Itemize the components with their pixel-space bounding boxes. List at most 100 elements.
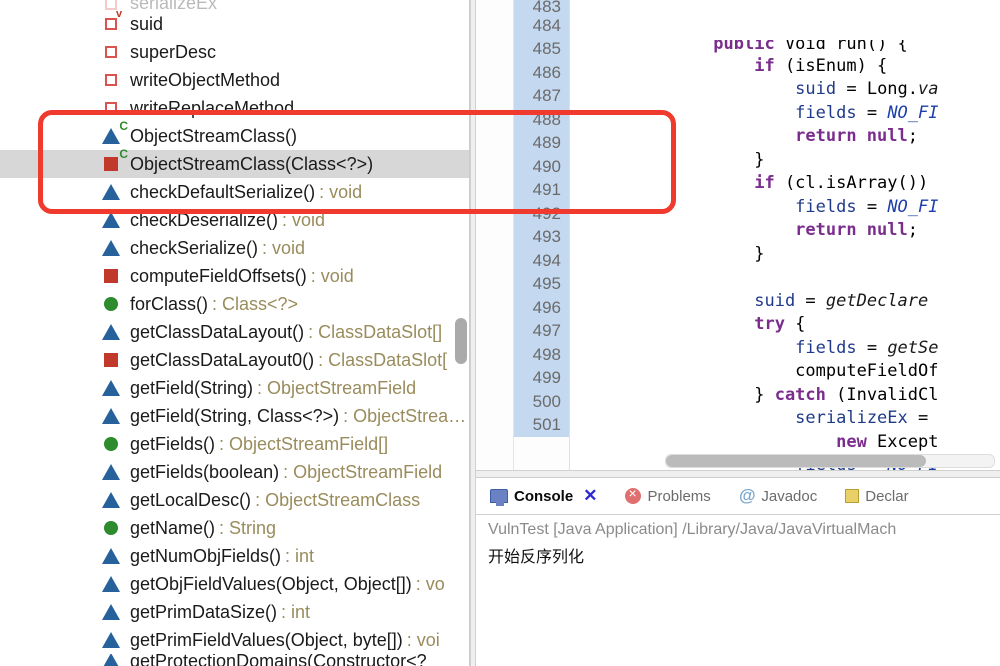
line-number[interactable]: 483	[514, 0, 569, 14]
line-number[interactable]: 497	[514, 320, 569, 344]
code-line[interactable]: } catch (InvalidCl	[570, 383, 1000, 407]
editor-horizontal-scrollbar[interactable]	[665, 454, 995, 468]
outline-item[interactable]: getName() : String	[0, 514, 469, 542]
outline-item[interactable]: superDesc	[0, 38, 469, 66]
outline-item[interactable]: getFields(boolean) : ObjectStreamField	[0, 458, 469, 486]
outline-item[interactable]: forClass() : Class<?>	[0, 290, 469, 318]
outline-return-type: : ObjectStrea…	[343, 406, 466, 427]
line-number[interactable]: 485	[514, 38, 569, 62]
tab-pin-icon[interactable]: ✕	[583, 486, 597, 506]
line-number[interactable]: 498	[514, 343, 569, 367]
code-line[interactable]: new Except	[570, 430, 1000, 454]
tab-console[interactable]: Console✕	[484, 482, 603, 510]
line-number[interactable]: 493	[514, 226, 569, 250]
outline-item[interactable]: getField(String) : ObjectStreamField	[0, 374, 469, 402]
outline-return-type: : vo	[416, 574, 445, 595]
scrollbar-thumb[interactable]	[666, 455, 926, 467]
code-token: va	[918, 79, 938, 99]
line-number[interactable]: 491	[514, 179, 569, 203]
outline-item[interactable]: getPrimDataSize() : int	[0, 598, 469, 626]
code-token	[570, 103, 795, 123]
outline-item[interactable]: suid	[0, 10, 469, 38]
outline-item[interactable]: getClassDataLayout() : ClassDataSlot[]	[0, 318, 469, 346]
code-line[interactable]	[570, 266, 1000, 290]
line-number[interactable]: 488	[514, 108, 569, 132]
outline-item[interactable]: getLocalDesc() : ObjectStreamClass	[0, 486, 469, 514]
code-line[interactable]: }	[570, 242, 1000, 266]
outline-return-type: : ObjectStreamField	[283, 462, 442, 483]
code-line[interactable]: return null;	[570, 125, 1000, 149]
code-token: getSe	[887, 338, 938, 358]
outline-item[interactable]: checkSerialize() : void	[0, 234, 469, 262]
outline-return-type: : void	[282, 210, 325, 231]
method-default-icon	[100, 489, 122, 511]
outline-item[interactable]: getPrimFieldValues(Object, byte[]) : voi	[0, 626, 469, 654]
outline-item[interactable]: checkDeserialize() : void	[0, 206, 469, 234]
line-number[interactable]: 496	[514, 296, 569, 320]
outline-item-label: getLocalDesc()	[130, 490, 251, 511]
outline-item[interactable]: writeReplaceMethod	[0, 94, 469, 122]
line-number[interactable]: 501	[514, 414, 569, 438]
outline-item[interactable]: serializeEx	[0, 0, 469, 10]
line-number[interactable]: 487	[514, 85, 569, 109]
line-number[interactable]: 499	[514, 367, 569, 391]
console-view[interactable]: VulnTest [Java Application] /Library/Jav…	[476, 515, 1000, 573]
outline-return-type: : void	[262, 238, 305, 259]
method-default-icon	[100, 545, 122, 567]
outline-item[interactable]: ObjectStreamClass(Class<?>)	[0, 150, 469, 178]
outline-item-label: computeFieldOffsets()	[130, 266, 307, 287]
outline-item-label: ObjectStreamClass()	[130, 126, 297, 147]
line-number[interactable]: 484	[514, 14, 569, 38]
outline-item-label: getFields()	[130, 434, 215, 455]
outline-item[interactable]: ObjectStreamClass()	[0, 122, 469, 150]
code-token: suid	[795, 79, 836, 99]
outline-item[interactable]: checkDefaultSerialize() : void	[0, 178, 469, 206]
line-number[interactable]: 495	[514, 273, 569, 297]
outline-view[interactable]: serializeExsuidsuperDescwriteObjectMetho…	[0, 0, 470, 666]
line-number[interactable]: 492	[514, 202, 569, 226]
line-number[interactable]: 500	[514, 390, 569, 414]
code-line[interactable]: if (isEnum) {	[570, 54, 1000, 78]
outline-item[interactable]: writeObjectMethod	[0, 66, 469, 94]
method-default-icon	[100, 181, 122, 203]
method-default-icon	[100, 405, 122, 427]
outline-item[interactable]: getFields() : ObjectStreamField[]	[0, 430, 469, 458]
split-divider-horizontal[interactable]	[476, 470, 1000, 478]
code-line[interactable]: if (cl.isArray())	[570, 172, 1000, 196]
outline-item[interactable]: computeFieldOffsets() : void	[0, 262, 469, 290]
line-number[interactable]: 486	[514, 61, 569, 85]
outline-item[interactable]: getClassDataLayout0() : ClassDataSlot[	[0, 346, 469, 374]
code-line[interactable]: fields = NO_FI	[570, 195, 1000, 219]
code-line[interactable]: suid = Long.va	[570, 78, 1000, 102]
line-number[interactable]: 489	[514, 132, 569, 156]
method-public-icon	[100, 293, 122, 315]
tab-javadoc[interactable]: @Javadoc	[733, 482, 823, 510]
outline-item-label: getObjFieldValues(Object, Object[])	[130, 574, 412, 595]
outline-scrollbar[interactable]	[455, 318, 467, 364]
code-token: }	[570, 244, 764, 264]
outline-item[interactable]: getNumObjFields() : int	[0, 542, 469, 570]
code-line[interactable]: public Void run() {	[570, 40, 1000, 54]
code-token: ;	[908, 220, 918, 240]
line-number[interactable]: 490	[514, 155, 569, 179]
code-line[interactable]: try {	[570, 313, 1000, 337]
code-editor[interactable]: 4834844854864874884894904914924934944954…	[476, 0, 1000, 470]
line-number[interactable]: 494	[514, 249, 569, 273]
code-line[interactable]: fields = getSe	[570, 336, 1000, 360]
code-line[interactable]: fields = NO_FI	[570, 101, 1000, 125]
outline-list: serializeExsuidsuperDescwriteObjectMetho…	[0, 0, 469, 666]
code-line[interactable]: serializeEx =	[570, 407, 1000, 431]
code-line[interactable]: return null;	[570, 219, 1000, 243]
console-output[interactable]: 开始反序列化	[488, 543, 988, 567]
outline-item[interactable]: getField(String, Class<?>) : ObjectStrea…	[0, 402, 469, 430]
code-line[interactable]: computeFieldOf	[570, 360, 1000, 384]
code-line[interactable]: }	[570, 148, 1000, 172]
code-token: Except	[867, 432, 939, 452]
code-token: Void run() {	[775, 40, 908, 54]
code-line[interactable]: suid = getDeclare	[570, 289, 1000, 313]
outline-item[interactable]: getProtectionDomains(Constructor<?	[0, 654, 469, 666]
outline-item[interactable]: getObjFieldValues(Object, Object[]) : vo	[0, 570, 469, 598]
tab-problems[interactable]: Problems	[619, 484, 716, 509]
code-surface[interactable]: public Void run() { if (isEnum) { suid =…	[570, 0, 1000, 470]
tab-declaration[interactable]: Declar	[839, 484, 914, 509]
